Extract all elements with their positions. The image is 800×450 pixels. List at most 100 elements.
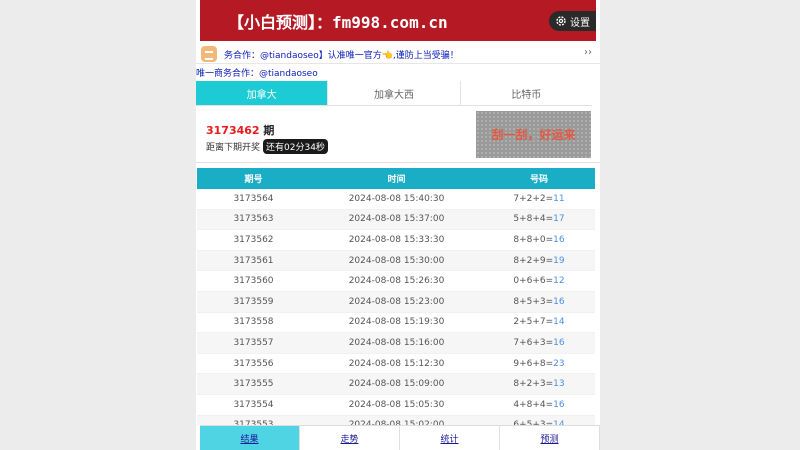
- site-title: 【小白预测】：fm998.com.cn: [228, 13, 448, 32]
- row-issue: 3173564: [233, 193, 274, 204]
- row-time: 2024-08-08 15:05:30: [348, 399, 445, 410]
- row-expression: 5+8+4=: [513, 214, 554, 225]
- row-numbers: 7+6+3= 16: [483, 333, 595, 353]
- row-sum: 16: [553, 296, 565, 307]
- nav-stats[interactable]: 统计: [400, 426, 500, 450]
- row-expression: 0+6+6=: [513, 276, 554, 287]
- row-numbers: 9+6+8= 23: [483, 354, 595, 374]
- row-issue: 3173563: [233, 214, 274, 225]
- row-expression: 7+2+2=: [513, 193, 554, 204]
- tab-canada[interactable]: 加拿大: [196, 81, 329, 105]
- row-numbers: 0+6+6= 12: [483, 271, 595, 291]
- countdown-label: 距离下期开奖: [206, 143, 261, 153]
- nav-prediction[interactable]: 预测: [500, 426, 600, 450]
- table-row: 3173560 2024-08-08 15:26:30 0+6+6= 12: [197, 271, 595, 292]
- row-issue: 3173556: [233, 358, 274, 369]
- row-expression: 8+5+3=: [513, 296, 554, 307]
- lottery-tabs: 加拿大 加拿大西 比特币: [196, 81, 592, 106]
- contact-line: 唯一商务合作：@tiandaoseo: [196, 69, 318, 79]
- row-sum: 14: [553, 317, 565, 328]
- gear-icon: [556, 16, 566, 26]
- row-numbers: 8+2+3= 13: [483, 374, 595, 394]
- row-sum: 16: [553, 337, 565, 348]
- table-row: 3173555 2024-08-08 15:09:00 8+2+3= 13: [197, 374, 595, 395]
- row-time: 2024-08-08 15:30:00: [348, 255, 445, 266]
- notice-marquee: 务合作：@tiandaoseo】认准唯一官方👈,谨防上当受骗！ ››: [196, 44, 600, 64]
- settings-label: 设置: [570, 17, 590, 29]
- header-numbers: 号码: [529, 175, 548, 185]
- row-sum: 13: [553, 379, 565, 390]
- row-time: 2024-08-08 15:12:30: [348, 358, 445, 369]
- issue-suffix: 期: [263, 124, 275, 137]
- row-expression: 8+2+3=: [513, 379, 554, 390]
- table-header: 期号 时间 号码: [197, 168, 595, 189]
- row-expression: 8+2+9=: [513, 255, 554, 266]
- row-issue: 3173559: [233, 296, 274, 307]
- header-time: 时间: [387, 175, 406, 185]
- nav-results[interactable]: 结果: [200, 426, 300, 450]
- row-numbers: 5+8+4= 17: [483, 210, 595, 230]
- row-numbers: 7+2+2= 11: [483, 189, 595, 209]
- row-sum: 16: [553, 399, 565, 410]
- countdown-timer: 还有02分34秒: [263, 139, 328, 154]
- table-body: 3173564 2024-08-08 15:40:30 7+2+2= 11 317356…: [197, 189, 595, 425]
- results-table: 期号 时间 号码 3173564 2024-08-08 15:40:30 7+2+2…: [197, 168, 595, 425]
- row-time: 2024-08-08 15:37:00: [348, 214, 445, 225]
- row-sum: 12: [553, 276, 565, 287]
- scratch-card-text: 刮一刮，好运来: [491, 128, 576, 142]
- table-row: 3173563 2024-08-08 15:37:00 5+8+4= 17: [197, 209, 595, 231]
- row-time: 2024-08-08 15:33:30: [348, 234, 445, 245]
- row-numbers: 6+5+3=14: [483, 416, 595, 425]
- row-issue: 3173561: [233, 255, 274, 266]
- row-issue: 3173557: [233, 337, 274, 348]
- notice-icon: [201, 46, 217, 62]
- row-time: 2024-08-08 15:26:30: [348, 276, 445, 287]
- row-issue: 3173558: [233, 317, 274, 328]
- settings-button[interactable]: 设置: [549, 11, 596, 31]
- row-numbers: 4+8+4= 16: [483, 395, 595, 415]
- row-time: 2024-08-08 15:02:00: [310, 416, 483, 425]
- table-row: 3173556 2024-08-08 15:12:30 9+6+8= 23: [197, 354, 595, 375]
- row-sum: 19: [553, 255, 565, 266]
- table-row: 3173557 2024-08-08 15:16:00 7+6+3= 16: [197, 333, 595, 354]
- header-issue: 期号: [244, 175, 263, 185]
- divider: [196, 162, 600, 163]
- tab-canada-west[interactable]: 加拿大西: [328, 81, 461, 105]
- row-expression: 7+6+3=: [513, 337, 554, 348]
- table-row: 31735532024-08-08 15:02:006+5+3=14: [197, 415, 595, 425]
- row-time: 2024-08-08 15:40:30: [348, 193, 445, 204]
- row-issue: 3173562: [233, 234, 274, 245]
- row-time: 2024-08-08 15:19:30: [348, 317, 445, 328]
- row-issue: 3173555: [233, 379, 274, 390]
- tab-bitcoin[interactable]: 比特币: [461, 81, 592, 105]
- table-row: 3173558 2024-08-08 15:19:30 2+5+7= 14: [197, 313, 595, 334]
- notice-text: 务合作：@tiandaoseo】认准唯一官方👈,谨防上当受骗！: [224, 51, 459, 61]
- row-sum: 17: [553, 214, 565, 225]
- current-issue: 3173462 期: [206, 122, 274, 138]
- row-expression: 8+8+0=: [513, 234, 554, 245]
- row-issue: 3173560: [233, 276, 274, 287]
- table-row: 3173564 2024-08-08 15:40:30 7+2+2= 11: [197, 189, 595, 210]
- row-expression: 4+8+4=: [513, 399, 554, 410]
- table-row: 3173562 2024-08-08 15:33:30 8+8+0= 16: [197, 230, 595, 251]
- chevron-right-icon[interactable]: ››: [584, 47, 592, 58]
- row-numbers: 8+2+9= 19: [483, 251, 595, 271]
- table-row: 3173554 2024-08-08 15:05:30 4+8+4= 16: [197, 395, 595, 416]
- row-time: 2024-08-08 15:16:00: [348, 337, 445, 348]
- row-time: 2024-08-08 15:09:00: [348, 379, 445, 390]
- row-numbers: 8+5+3= 16: [483, 292, 595, 312]
- row-numbers: 8+8+0= 16: [483, 230, 595, 250]
- countdown: 距离下期开奖 还有02分34秒: [206, 139, 328, 154]
- row-expression: 2+5+7=: [513, 317, 554, 328]
- issue-number: 3173462: [206, 124, 260, 137]
- row-time: 2024-08-08 15:23:00: [348, 296, 445, 307]
- table-row: 3173561 2024-08-08 15:30:00 8+2+9= 19: [197, 250, 595, 272]
- nav-trend[interactable]: 走势: [300, 426, 400, 450]
- row-issue: 3173554: [233, 399, 274, 410]
- mobile-page: 【小白预测】：fm998.com.cn 设置 务合作：@tiandaoseo】认…: [196, 0, 600, 450]
- row-issue: 3173553: [197, 416, 310, 425]
- scratch-card[interactable]: 刮一刮，好运来: [476, 111, 591, 158]
- row-numbers: 2+5+7= 14: [483, 313, 595, 333]
- row-expression: 9+6+8=: [513, 358, 554, 369]
- bottom-nav: 结果 走势 统计 预测: [200, 425, 600, 450]
